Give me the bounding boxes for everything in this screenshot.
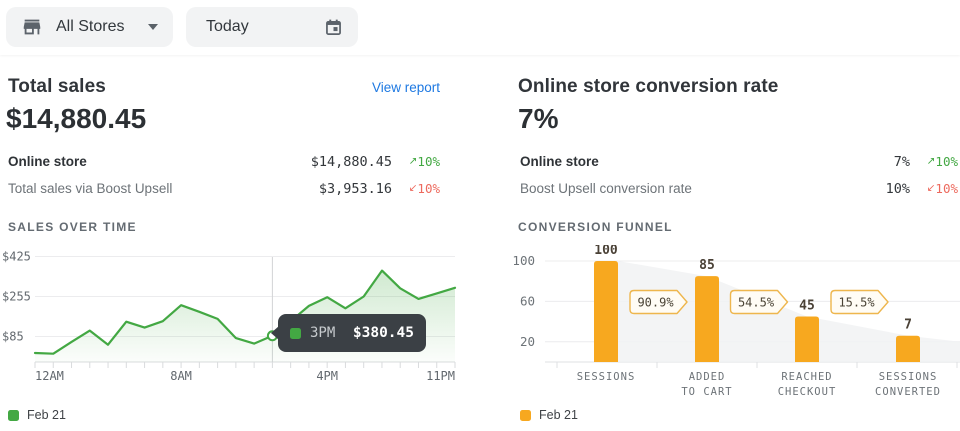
svg-text:60: 60 bbox=[520, 293, 535, 308]
conversion-breakdown: Online store 7% ↗10% Boost Upsell conver… bbox=[520, 148, 958, 202]
svg-text:CONVERTED: CONVERTED bbox=[875, 386, 941, 398]
metric-row: Total sales via Boost Upsell $3,953.16 ↙… bbox=[8, 175, 440, 202]
topbar: All Stores Today bbox=[0, 0, 960, 55]
svg-text:12AM: 12AM bbox=[35, 369, 64, 383]
series-color-swatch bbox=[290, 328, 301, 339]
conversion-rate-badges: 90.9% 54.5% 15.5% bbox=[630, 291, 888, 314]
legend-swatch-green bbox=[8, 410, 19, 421]
metric-value: 10% bbox=[886, 181, 910, 197]
sales-over-time-section-title: SALES OVER TIME bbox=[8, 220, 137, 234]
svg-text:8AM: 8AM bbox=[170, 369, 192, 383]
total-sales-breakdown: Online store $14,880.45 ↗10% Total sales… bbox=[8, 148, 440, 202]
delta-value: 10% bbox=[417, 154, 440, 169]
analytics-dashboard: All Stores Today Total sales View report… bbox=[0, 0, 960, 431]
conversion-header: Online store conversion rate bbox=[518, 76, 958, 98]
svg-text:SESSIONS: SESSIONS bbox=[879, 371, 938, 383]
metric-delta: ↗10% bbox=[392, 154, 440, 169]
svg-text:TO CART: TO CART bbox=[681, 386, 732, 398]
svg-text:20: 20 bbox=[520, 334, 535, 349]
metric-label: Online store bbox=[8, 154, 311, 169]
legend-label: Feb 21 bbox=[27, 408, 66, 422]
svg-text:90.9%: 90.9% bbox=[637, 296, 674, 310]
chevron-down-icon bbox=[148, 24, 158, 30]
funnel-bar[interactable] bbox=[594, 261, 618, 362]
calendar-icon bbox=[323, 17, 344, 38]
tooltip-value: $380.45 bbox=[353, 325, 414, 341]
legend-swatch-orange bbox=[520, 410, 531, 421]
svg-text:ADDED: ADDED bbox=[689, 371, 726, 383]
svg-text:CHECKOUT: CHECKOUT bbox=[778, 386, 837, 398]
trend-up-icon: ↗ bbox=[927, 155, 936, 167]
metric-value: $14,880.45 bbox=[311, 154, 392, 170]
conversion-title: Online store conversion rate bbox=[518, 76, 778, 98]
date-selector-label: Today bbox=[206, 18, 249, 36]
svg-text:15.5%: 15.5% bbox=[838, 296, 875, 310]
trend-down-icon: ↙ bbox=[927, 182, 936, 194]
svg-text:7: 7 bbox=[904, 318, 912, 333]
total-sales-header: Total sales View report bbox=[8, 76, 440, 98]
svg-text:$255: $255 bbox=[2, 290, 31, 304]
delta-value: 10% bbox=[935, 181, 958, 196]
metric-delta: ↗10% bbox=[910, 154, 958, 169]
delta-value: 10% bbox=[935, 154, 958, 169]
total-sales-value: $14,880.45 bbox=[6, 102, 146, 136]
svg-text:11PM: 11PM bbox=[426, 369, 455, 383]
store-selector-label: All Stores bbox=[56, 18, 124, 36]
metric-delta: ↙10% bbox=[910, 181, 958, 196]
svg-text:85: 85 bbox=[699, 258, 715, 273]
tooltip-time: 3PM bbox=[310, 325, 335, 341]
conversion-funnel-section-title: CONVERSION FUNNEL bbox=[518, 220, 673, 234]
metric-label: Boost Upsell conversion rate bbox=[520, 181, 886, 196]
conversion-value: 7% bbox=[518, 102, 558, 136]
svg-text:REACHED: REACHED bbox=[781, 371, 832, 383]
svg-text:54.5%: 54.5% bbox=[738, 296, 775, 310]
svg-text:SESSIONS: SESSIONS bbox=[577, 371, 636, 383]
svg-text:45: 45 bbox=[799, 299, 815, 314]
svg-text:100: 100 bbox=[512, 253, 535, 268]
funnel-bar[interactable] bbox=[896, 336, 920, 362]
metric-row: Boost Upsell conversion rate 10% ↙10% bbox=[520, 175, 958, 202]
metric-value: 7% bbox=[894, 154, 910, 170]
svg-text:4PM: 4PM bbox=[316, 369, 338, 383]
conversion-funnel-chart[interactable]: 100 60 20 100 85 45 7 90.9% 54.5% 15.5% SESSIONS AD… bbox=[500, 245, 960, 431]
delta-value: 10% bbox=[417, 181, 440, 196]
metric-label: Total sales via Boost Upsell bbox=[8, 181, 319, 196]
total-sales-title: Total sales bbox=[8, 76, 106, 98]
view-report-link[interactable]: View report bbox=[372, 80, 440, 95]
metric-row: Online store $14,880.45 ↗10% bbox=[8, 148, 440, 175]
funnel-category-labels: SESSIONS ADDED TO CART REACHED CHECKOUT SESSI… bbox=[577, 371, 941, 398]
trend-up-icon: ↗ bbox=[409, 155, 418, 167]
chart-tooltip: 3PM $380.45 bbox=[278, 314, 426, 352]
metric-label: Online store bbox=[520, 154, 894, 169]
sales-chart-legend: Feb 21 bbox=[8, 408, 66, 422]
store-icon bbox=[21, 16, 43, 38]
trend-down-icon: ↙ bbox=[409, 182, 418, 194]
metric-value: $3,953.16 bbox=[319, 181, 392, 197]
svg-text:$425: $425 bbox=[2, 250, 31, 264]
funnel-bar[interactable] bbox=[795, 317, 819, 362]
legend-label: Feb 21 bbox=[539, 408, 578, 422]
date-selector[interactable]: Today bbox=[186, 7, 358, 47]
svg-text:$85: $85 bbox=[2, 330, 24, 344]
store-selector[interactable]: All Stores bbox=[6, 7, 173, 47]
funnel-bar[interactable] bbox=[695, 276, 719, 362]
svg-text:100: 100 bbox=[594, 245, 618, 258]
metric-delta: ↙10% bbox=[392, 181, 440, 196]
funnel-chart-legend: Feb 21 bbox=[520, 408, 578, 422]
metric-row: Online store 7% ↗10% bbox=[520, 148, 958, 175]
